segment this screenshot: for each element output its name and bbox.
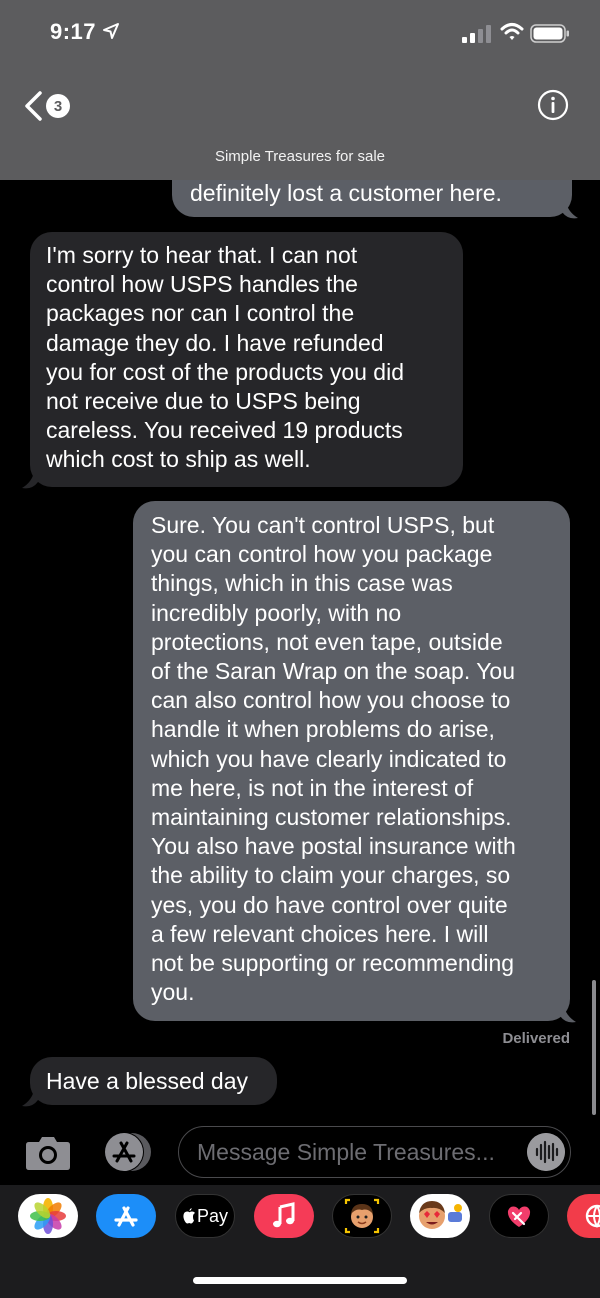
audio-waveform-icon[interactable] [527, 1133, 565, 1171]
apple-pay-label: Pay [196, 1205, 229, 1226]
bubble-tail [22, 472, 38, 489]
wifi-icon [500, 23, 524, 40]
scroll-indicator[interactable] [592, 980, 596, 1115]
animoji-app[interactable] [410, 1194, 470, 1238]
photos-icon [30, 1198, 66, 1234]
chevron-left-icon [25, 91, 42, 121]
digital-touch-app[interactable] [489, 1194, 549, 1238]
unread-count-badge: 3 [46, 94, 70, 118]
location-arrow-icon [103, 23, 119, 39]
music-icon [273, 1202, 295, 1228]
memoji-icon [344, 1198, 380, 1234]
app-store-icon [114, 1206, 138, 1227]
contact-name[interactable]: Simple Treasures for sale [0, 148, 600, 165]
photos-app[interactable] [18, 1194, 78, 1238]
web-images-app[interactable] [567, 1194, 600, 1238]
sent-message[interactable]: Sure. You can't control USPS, but you ca… [133, 501, 570, 1021]
memoji-app[interactable] [332, 1194, 392, 1238]
bubble-tail [560, 1006, 576, 1023]
received-message[interactable]: Have a blessed day [30, 1057, 277, 1105]
animoji-icon [419, 1201, 462, 1229]
back-button[interactable]: 3 [22, 90, 70, 122]
app-store-drawer-icon[interactable] [101, 1131, 153, 1173]
delivered-status: Delivered [502, 1030, 570, 1047]
info-icon[interactable] [537, 89, 569, 121]
digital-touch-icon [507, 1206, 531, 1227]
status-time: 9:17 [50, 19, 97, 44]
apple-pay-app[interactable]: Pay [175, 1194, 235, 1238]
message-input[interactable]: Message Simple Treasures... [178, 1126, 571, 1178]
message-input-placeholder: Message Simple Treasures... [197, 1139, 495, 1165]
cellular-signal-icon [462, 25, 491, 43]
received-message[interactable]: I'm sorry to hear that. I can not contro… [30, 232, 463, 487]
battery-icon [530, 24, 569, 43]
bubble-tail [22, 1090, 38, 1107]
camera-icon[interactable] [25, 1133, 71, 1171]
app-store-app[interactable] [96, 1194, 156, 1238]
header: 9:17 3 Simple Treasures for sale [0, 0, 600, 180]
home-indicator[interactable] [193, 1277, 407, 1284]
apple-pay-icon [183, 1208, 195, 1224]
bubble-tail [562, 202, 578, 219]
web-images-icon [585, 1204, 600, 1228]
music-app[interactable] [254, 1194, 314, 1238]
